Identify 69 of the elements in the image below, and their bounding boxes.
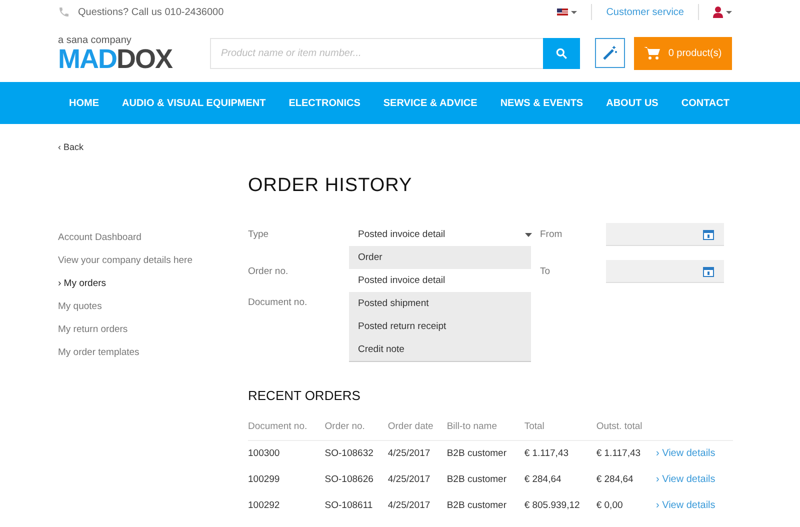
- cart-button[interactable]: 0 product(s): [634, 36, 732, 70]
- customer-service-link[interactable]: Customer service: [606, 6, 684, 18]
- flag-icon[interactable]: [557, 8, 578, 16]
- cart-icon: [644, 46, 660, 60]
- table-cell: SO-108611: [324, 500, 373, 511]
- table-cell: 4/25/2017: [388, 448, 430, 460]
- sidebar-item[interactable]: My quotes: [58, 301, 248, 312]
- sidebar-item[interactable]: Account Dashboard: [58, 232, 248, 243]
- type-dropdown[interactable]: Posted invoice detail: [350, 223, 540, 246]
- to-date-field[interactable]: [606, 260, 724, 283]
- table-cell: € 0,00: [596, 500, 623, 511]
- table-cell: 4/25/2017: [388, 474, 430, 485]
- table-cell: SO-108632: [324, 448, 374, 460]
- nav-item[interactable]: SERVICE & ADVICE: [383, 98, 478, 108]
- table-cell: € 1.117,43: [596, 448, 641, 460]
- view-details-link[interactable]: › View details: [656, 474, 716, 485]
- nav-item[interactable]: AUDIO & VISUAL EQUIPMENT: [122, 98, 266, 108]
- table-cell: € 284,64: [524, 474, 562, 485]
- sidebar-item[interactable]: › My orders: [58, 278, 248, 289]
- table-cell: € 284,64: [596, 474, 634, 485]
- nav-item[interactable]: ABOUT US: [606, 98, 658, 108]
- table-cell: 100292: [248, 500, 280, 511]
- search-icon: [555, 46, 568, 60]
- calendar-icon[interactable]: [703, 266, 714, 276]
- table-cell: 100299: [248, 474, 280, 485]
- column-header: Order date: [388, 421, 447, 440]
- sidebar-item[interactable]: View your company details here: [58, 255, 248, 266]
- section-title: RECENT ORDERS: [248, 388, 362, 403]
- from-label: From: [540, 229, 564, 240]
- caret-icon: [525, 232, 532, 236]
- nav-item[interactable]: ELECTRONICS: [288, 98, 360, 108]
- column-header: Order no.: [324, 421, 388, 440]
- calendar-icon[interactable]: [703, 228, 714, 240]
- column-header: Total: [524, 421, 596, 440]
- phone-text: Questions? Call us 010-2436000: [78, 6, 224, 18]
- to-label: To: [540, 266, 552, 277]
- sidebar-item[interactable]: My return orders: [58, 324, 248, 335]
- type-label: Type: [248, 229, 270, 240]
- table-cell: B2B customer: [446, 474, 507, 485]
- order-number-label: Order no.: [248, 266, 290, 277]
- document-number-label: Document no.: [248, 297, 308, 308]
- table-cell: € 805.939,12: [524, 500, 580, 511]
- logo[interactable]: MADDOX: [58, 46, 210, 72]
- view-details-link[interactable]: › View details: [656, 448, 716, 460]
- table-cell: € 1.117,43: [524, 448, 569, 460]
- page-title: ORDER HISTORY: [248, 175, 414, 197]
- from-date-field[interactable]: [606, 223, 724, 246]
- table-cell: B2B customer: [446, 448, 507, 460]
- search-button[interactable]: [543, 38, 580, 68]
- table-cell: 100300: [248, 448, 280, 460]
- wand-button[interactable]: [595, 38, 625, 68]
- table-cell: 4/25/2017: [388, 500, 430, 511]
- wand-icon: [602, 45, 618, 61]
- nav-item[interactable]: CONTACT: [681, 98, 730, 108]
- column-header: Bill-to name: [446, 421, 524, 440]
- tagline: a sana company: [58, 34, 132, 46]
- view-details-link[interactable]: › View details: [656, 500, 716, 511]
- nav-item[interactable]: HOME: [69, 98, 99, 108]
- table-cell: B2B customer: [446, 500, 507, 511]
- user-icon[interactable]: [713, 6, 733, 18]
- column-header: Document no.: [248, 421, 325, 440]
- search-field[interactable]: Product name or item number...: [210, 38, 543, 68]
- back-link[interactable]: ‹ Back: [58, 142, 733, 152]
- sidebar-item[interactable]: My order templates: [58, 347, 248, 358]
- column-header: Outst. total: [596, 421, 656, 440]
- table-cell: SO-108626: [324, 474, 374, 485]
- nav-item[interactable]: NEWS & EVENTS: [500, 98, 584, 108]
- phone-icon: [58, 6, 70, 18]
- dropdown-option[interactable]: Posted invoice detail: [349, 269, 531, 292]
